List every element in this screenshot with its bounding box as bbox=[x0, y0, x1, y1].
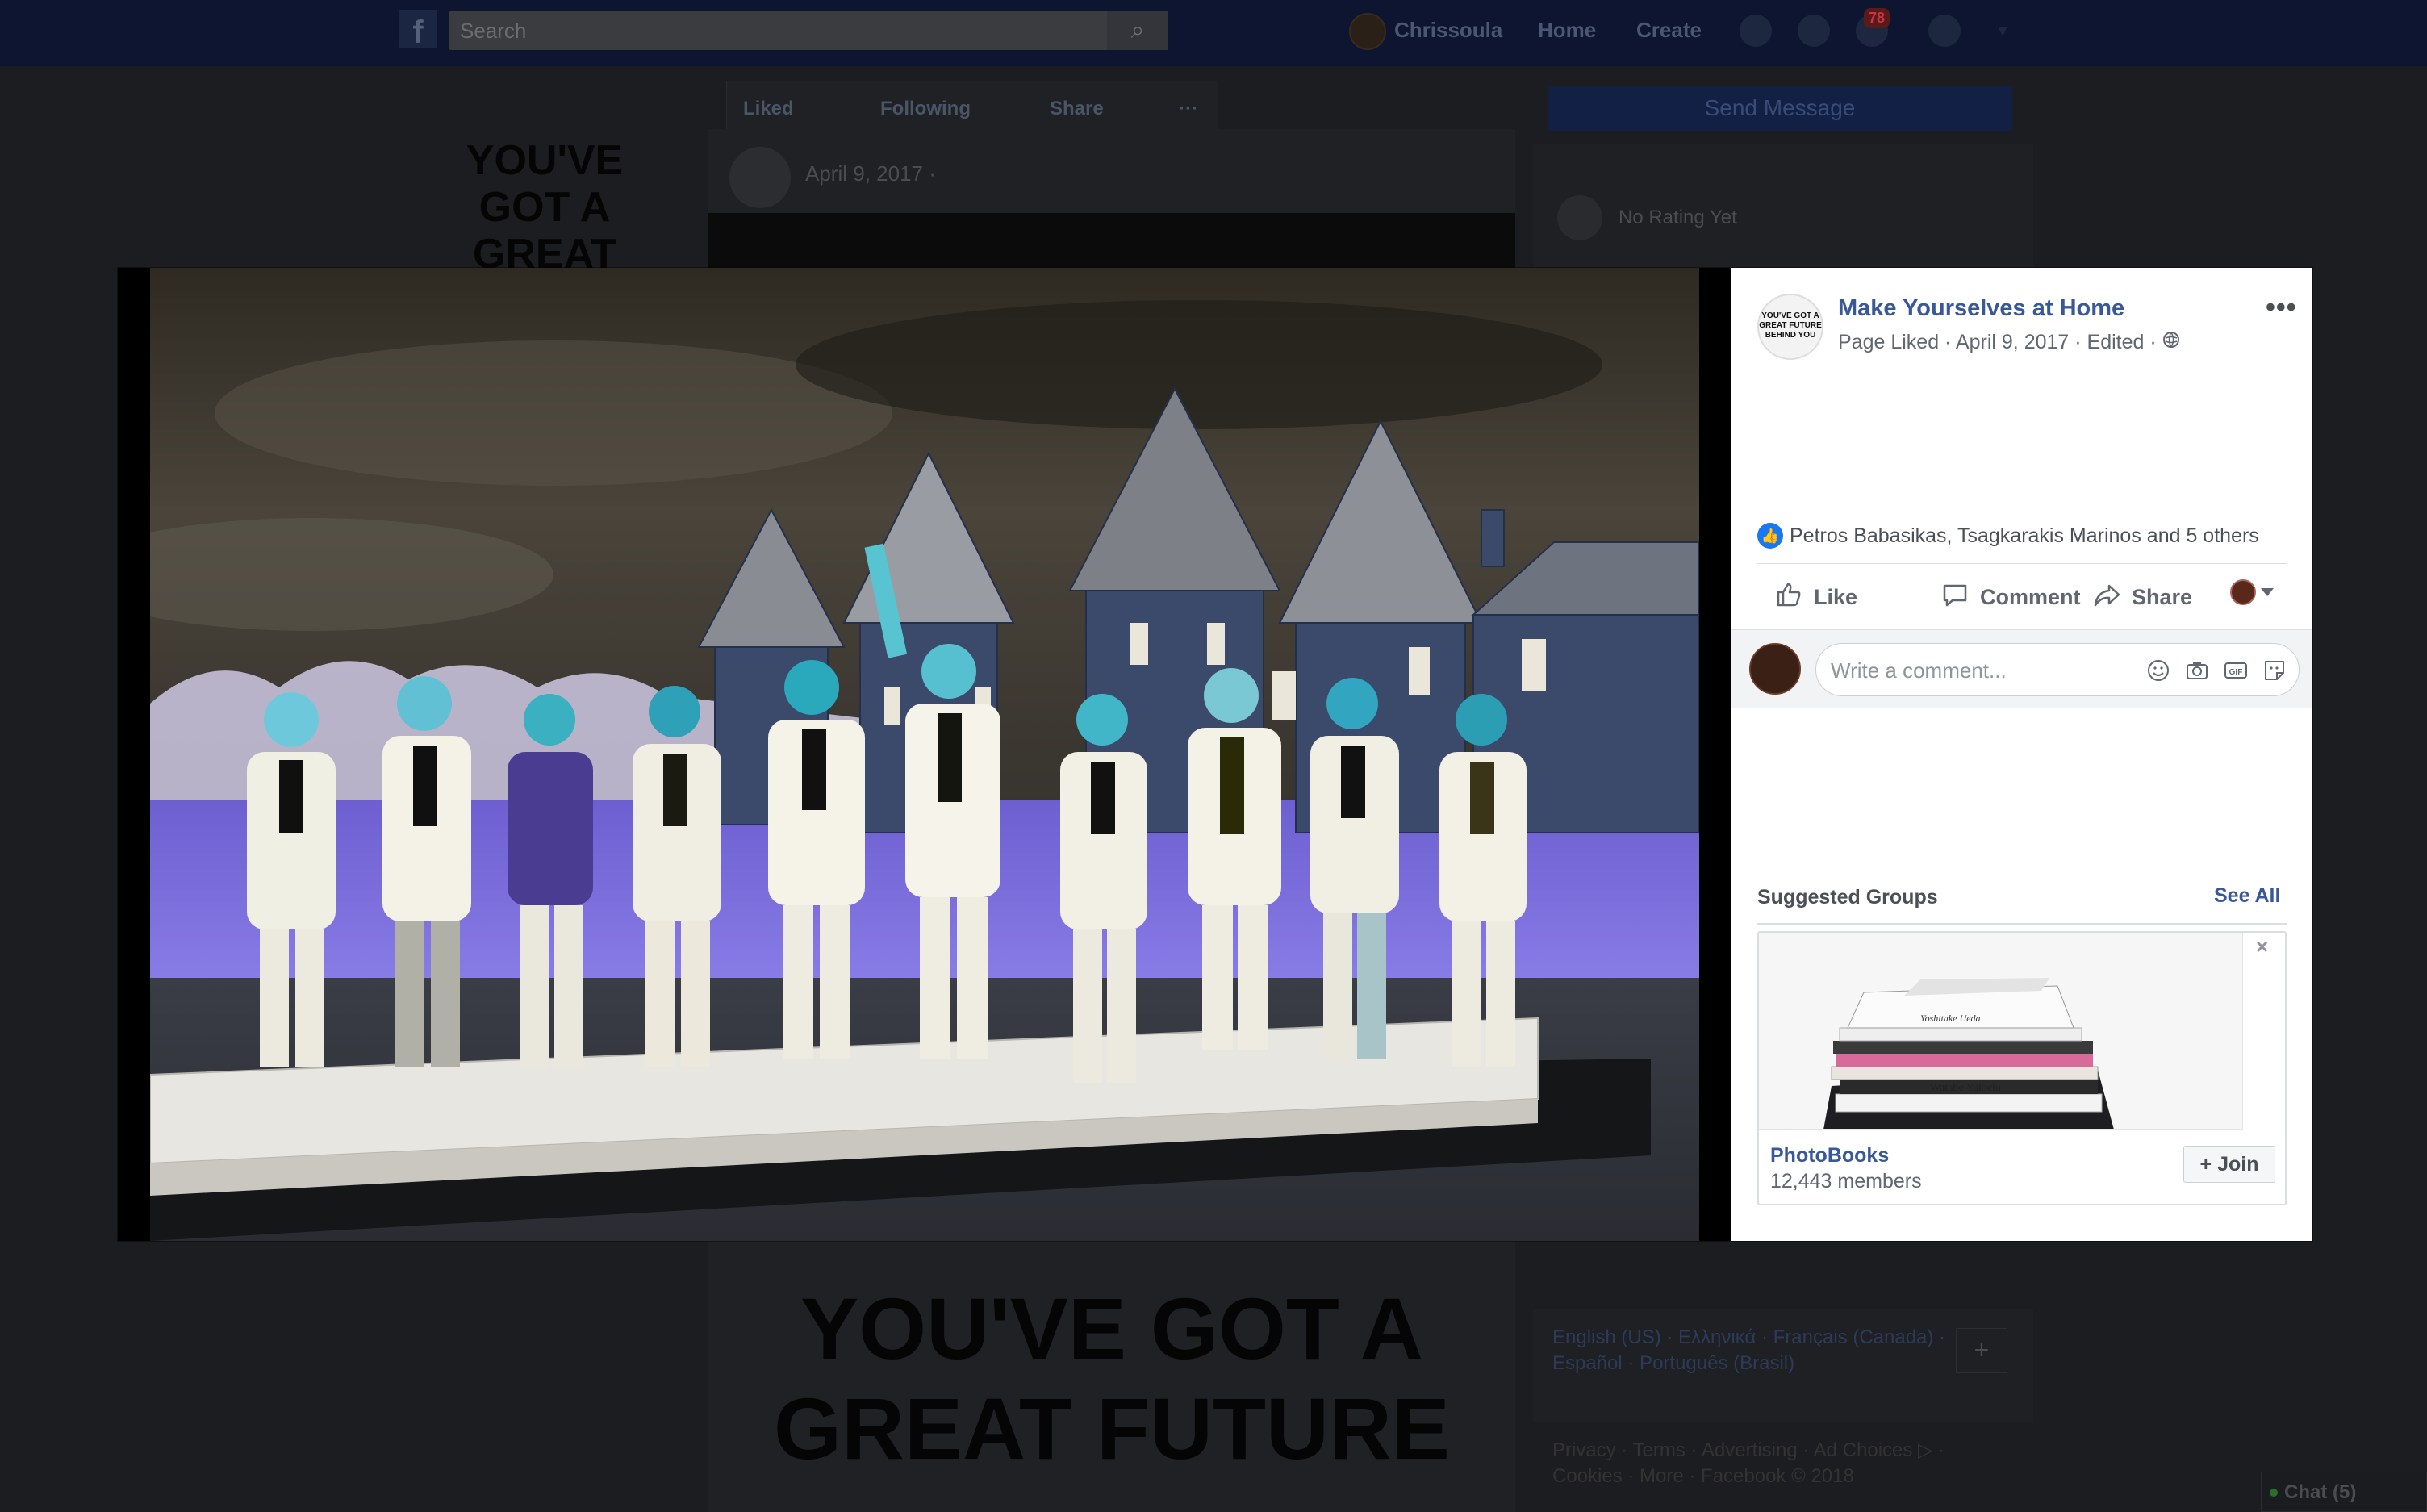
group-cover-image[interactable]: Watabe Yukichi Yoshitake Ueda bbox=[1759, 933, 2243, 1130]
rating-box: No Rating Yet bbox=[1533, 144, 2033, 273]
top-navigation-bar: f ⌕ Chrissoula Home Create 78 ▾ bbox=[0, 0, 2427, 66]
suggested-group-card: Watabe Yukichi Yoshitake Ueda × PhotoBoo… bbox=[1757, 931, 2287, 1205]
friend-requests-icon[interactable] bbox=[1740, 15, 1772, 47]
post-meta: Page Liked · April 9, 2017 · Edited · bbox=[1838, 331, 2180, 354]
divider bbox=[1757, 563, 2287, 564]
group-members-count: 12,443 members bbox=[1770, 1170, 1922, 1192]
comment-input-box[interactable]: GIF bbox=[1815, 643, 2300, 696]
messenger-icon[interactable] bbox=[1798, 15, 1830, 47]
post-page-avatar[interactable] bbox=[729, 147, 791, 208]
facebook-logo-icon[interactable]: f bbox=[399, 10, 437, 50]
comment-bubble-icon bbox=[1940, 579, 1970, 616]
emoji-icon[interactable] bbox=[2145, 658, 2171, 683]
share-button[interactable]: Share bbox=[2091, 579, 2192, 616]
post-options-icon[interactable]: ••• bbox=[2266, 292, 2297, 324]
see-all-link[interactable]: See All bbox=[2214, 884, 2280, 908]
comment-tools: GIF bbox=[2145, 658, 2287, 683]
book-stack-illustration: Watabe Yukichi Yoshitake Ueda bbox=[1759, 933, 2242, 1129]
suggested-groups-title: Suggested Groups bbox=[1757, 886, 1938, 908]
add-language-button[interactable]: + bbox=[1956, 1328, 2007, 1373]
post-side-panel: YOU'VE GOT A GREAT FUTURE BEHIND YOU Mak… bbox=[1731, 268, 2312, 1241]
language-links[interactable]: English (US) · Ελληνικά · Français (Cana… bbox=[1552, 1326, 1945, 1374]
search-icon[interactable]: ⌕ bbox=[1107, 11, 1168, 50]
footer-links[interactable]: Privacy · Terms · Advertising · Ad Choic… bbox=[1552, 1438, 1988, 1489]
online-status-icon bbox=[2270, 1489, 2278, 1497]
actor-avatar bbox=[2230, 579, 2256, 605]
post-meta-text[interactable]: Page Liked · April 9, 2017 · Edited · bbox=[1838, 331, 2162, 353]
svg-text:GIF: GIF bbox=[2229, 668, 2243, 677]
share-arrow-icon bbox=[2091, 579, 2122, 616]
comment-input[interactable] bbox=[1831, 657, 2121, 684]
close-icon[interactable]: × bbox=[2256, 934, 2268, 959]
thumbs-up-icon bbox=[1773, 579, 1804, 616]
commenter-avatar bbox=[1749, 643, 1801, 695]
share-page-button[interactable]: Share bbox=[1050, 98, 1104, 120]
like-button[interactable]: Like bbox=[1773, 579, 1857, 616]
reactions-summary[interactable]: 👍 Petros Babasikas, Tsagkarakis Marinos … bbox=[1757, 520, 2287, 552]
user-avatar[interactable] bbox=[1349, 13, 1386, 50]
notification-badge: 78 bbox=[1864, 8, 1890, 28]
inverted-group-photo bbox=[150, 268, 1699, 1241]
search-input[interactable] bbox=[460, 18, 1105, 44]
rating-icon bbox=[1557, 195, 1602, 240]
comment-button[interactable]: Comment bbox=[1940, 579, 2081, 616]
sticker-icon[interactable] bbox=[2262, 658, 2287, 683]
account-menu-chevron-icon[interactable]: ▾ bbox=[1986, 15, 2019, 47]
chat-label: Chat (5) bbox=[2284, 1481, 2357, 1503]
nav-user-name[interactable]: Chrissoula bbox=[1394, 18, 1502, 43]
camera-icon[interactable] bbox=[2184, 658, 2210, 683]
share-label: Share bbox=[2132, 585, 2193, 609]
gif-icon[interactable]: GIF bbox=[2223, 658, 2249, 683]
join-group-button[interactable]: + Join bbox=[2183, 1146, 2275, 1183]
rating-text: No Rating Yet bbox=[1619, 207, 1737, 228]
post-photo[interactable] bbox=[150, 268, 1699, 1241]
like-label: Like bbox=[1814, 585, 1858, 609]
like-reaction-icon: 👍 bbox=[1757, 523, 1783, 549]
photo-stage bbox=[118, 268, 1731, 1241]
page-avatar[interactable]: YOU'VE GOT A GREAT FUTURE BEHIND YOU bbox=[1757, 294, 1823, 360]
search-box: ⌕ bbox=[449, 11, 1168, 50]
divider bbox=[1757, 923, 2287, 925]
reactions-text[interactable]: Petros Babasikas, Tsagkarakis Marinos an… bbox=[1790, 524, 2259, 548]
comment-label: Comment bbox=[1980, 585, 2081, 609]
post-big-title: YOU'VE GOT A GREAT FUTURE bbox=[774, 1280, 1450, 1477]
liked-button[interactable]: Liked bbox=[743, 98, 794, 120]
book-spine-text: Watabe Yukichi bbox=[1930, 1082, 2001, 1094]
book-cover-text: Yoshitake Ueda bbox=[1920, 1013, 1981, 1024]
post-actions: Like Comment Share bbox=[1757, 566, 2287, 620]
globe-icon bbox=[2162, 331, 2180, 353]
nav-home-link[interactable]: Home bbox=[1538, 18, 1596, 43]
group-name-link[interactable]: PhotoBooks bbox=[1770, 1144, 1889, 1167]
comment-composer: GIF bbox=[1731, 629, 2312, 708]
help-icon[interactable] bbox=[1928, 15, 1961, 47]
more-options-button[interactable]: ··· bbox=[1179, 98, 1198, 120]
send-message-button[interactable]: Send Message bbox=[1548, 86, 2012, 131]
actor-selector[interactable] bbox=[2230, 579, 2274, 605]
photo-lightbox: YOU'VE GOT A GREAT FUTURE BEHIND YOU Mak… bbox=[118, 268, 2312, 1241]
chevron-down-icon bbox=[2261, 588, 2274, 596]
page-name-link[interactable]: Make Yourselves at Home bbox=[1838, 295, 2124, 322]
nav-create-link[interactable]: Create bbox=[1636, 18, 1702, 43]
post-date[interactable]: April 9, 2017 · bbox=[805, 161, 936, 186]
chat-bar[interactable]: Chat (5) bbox=[2261, 1472, 2427, 1512]
page-action-bar: Liked Following Share ··· bbox=[726, 81, 1218, 136]
following-button[interactable]: Following bbox=[880, 98, 971, 120]
